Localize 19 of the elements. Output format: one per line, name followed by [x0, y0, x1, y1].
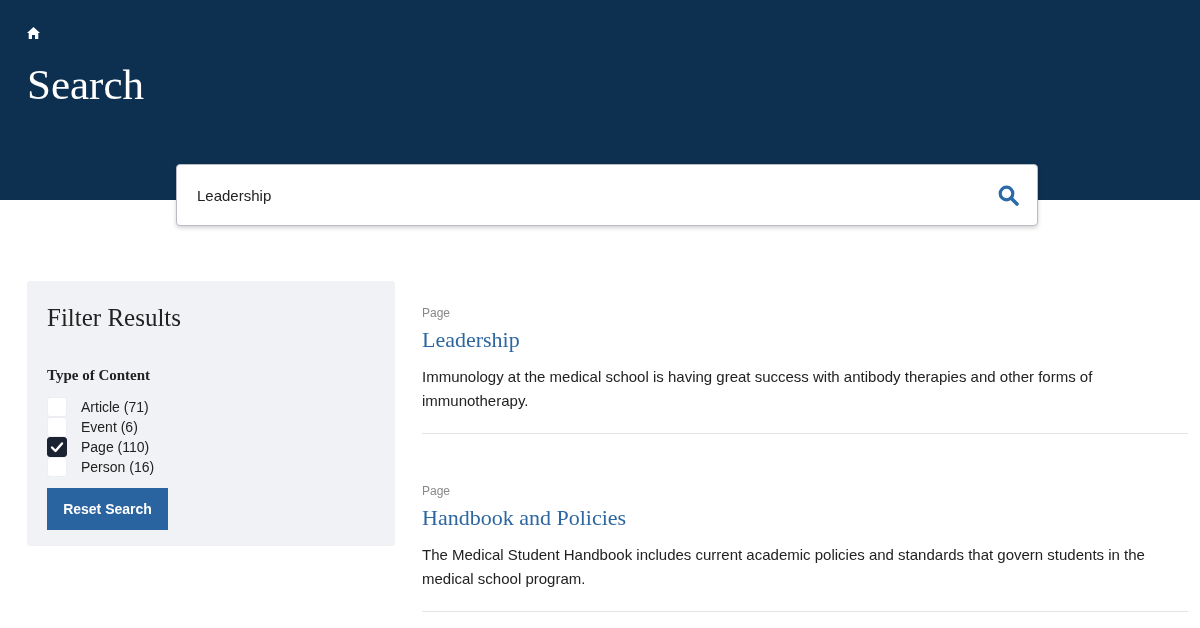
result-title-link[interactable]: Handbook and Policies: [422, 505, 627, 531]
result-type: Page: [422, 484, 451, 498]
filter-option-label[interactable]: Person (16): [81, 459, 155, 475]
reset-search-button[interactable]: Reset Search: [47, 488, 168, 530]
page-title: Search: [27, 63, 144, 106]
filter-group-title: Type of Content: [47, 366, 151, 384]
result-description: The Medical Student Handbook includes current academic policies and standards that govern students in the medical school program.: [422, 545, 1146, 589]
result-description: Immunology at the medical school is having great success with antibody therapies and other forms of immunotherapy.: [422, 367, 1094, 411]
checkbox[interactable]: [47, 437, 67, 457]
filter-option-label[interactable]: Article (71): [81, 399, 149, 415]
search-icon[interactable]: [998, 184, 1019, 206]
search-field[interactable]: Leadership: [176, 164, 1038, 226]
home-icon[interactable]: [27, 27, 40, 39]
filter-option-label[interactable]: Page (110): [81, 439, 150, 455]
filter-title: Filter Results: [47, 303, 182, 333]
search-input[interactable]: Leadership: [197, 175, 986, 215]
result-type: Page: [422, 306, 451, 320]
result-title-link[interactable]: Leadership: [422, 327, 520, 353]
filter-option-label[interactable]: Event (6): [81, 419, 138, 435]
